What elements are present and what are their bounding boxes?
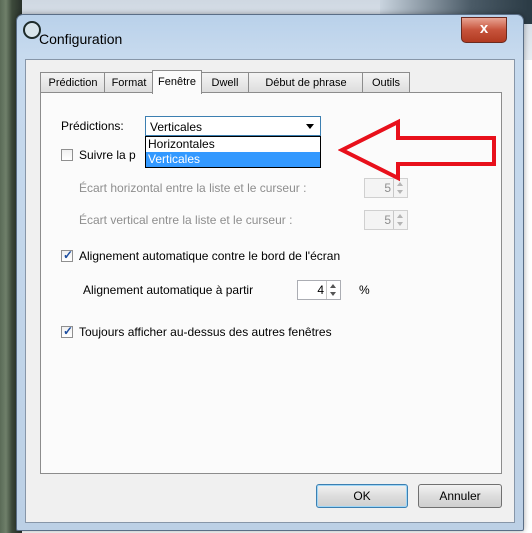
always-on-top-label: Toujours afficher au-dessus des autres f… — [79, 325, 332, 339]
option-horizontales[interactable]: Horizontales — [146, 137, 320, 152]
predictions-dropdown-list: Horizontales Verticales — [145, 136, 321, 168]
configuration-dialog: Configuration x Prédiction Format Fenêtr… — [16, 14, 524, 531]
auto-align-from-value: 4 — [317, 283, 324, 297]
check-icon: ✓ — [63, 324, 74, 338]
spin-down-icon[interactable] — [397, 190, 403, 194]
horizontal-gap-label: Écart horizontal entre la liste et le cu… — [79, 181, 307, 195]
vertical-gap-spinner[interactable]: 5 — [364, 210, 408, 230]
auto-align-checkbox[interactable]: ✓ — [61, 248, 74, 262]
annotation-arrow-icon — [338, 118, 496, 182]
tab-prediction[interactable]: Prédiction — [40, 72, 106, 93]
option-verticales[interactable]: Verticales — [146, 152, 320, 167]
spin-up-icon[interactable] — [330, 284, 336, 288]
cancel-button[interactable]: Annuler — [418, 484, 502, 508]
check-icon: ✓ — [63, 248, 74, 262]
predictions-select[interactable]: Verticales — [145, 116, 321, 136]
tab-debut-de-phrase[interactable]: Début de phrase — [248, 72, 364, 93]
spin-up-icon[interactable] — [397, 214, 403, 218]
auto-align-from-spinner[interactable]: 4 — [297, 280, 341, 300]
spin-down-icon[interactable] — [330, 292, 336, 296]
predictions-label: Prédictions: — [61, 119, 124, 133]
tab-format[interactable]: Format — [104, 72, 154, 93]
vertical-gap-value: 5 — [384, 213, 391, 227]
auto-align-from-label: Alignement automatique à partir — [83, 283, 254, 297]
spin-down-icon[interactable] — [397, 222, 403, 226]
always-on-top-checkbox[interactable]: ✓ — [61, 324, 74, 338]
dialog-titlebar[interactable]: Configuration x — [17, 15, 523, 59]
predictions-selected-value: Verticales — [150, 120, 203, 134]
dialog-title: Configuration — [39, 31, 123, 47]
ok-button[interactable]: OK — [316, 484, 408, 508]
tab-dwell[interactable]: Dwell — [200, 72, 250, 93]
follow-cursor-label: Suivre la p — [79, 148, 136, 162]
tab-fenetre[interactable]: Fenêtre — [152, 70, 202, 94]
percent-unit: % — [359, 283, 370, 297]
follow-cursor-checkbox[interactable] — [61, 149, 73, 161]
tab-outils[interactable]: Outils — [362, 72, 410, 93]
chevron-down-icon[interactable] — [306, 124, 314, 129]
vertical-gap-label: Écart vertical entre la liste et le curs… — [79, 213, 293, 227]
auto-align-label: Alignement automatique contre le bord de… — [79, 249, 341, 263]
close-button[interactable]: x — [461, 17, 507, 43]
